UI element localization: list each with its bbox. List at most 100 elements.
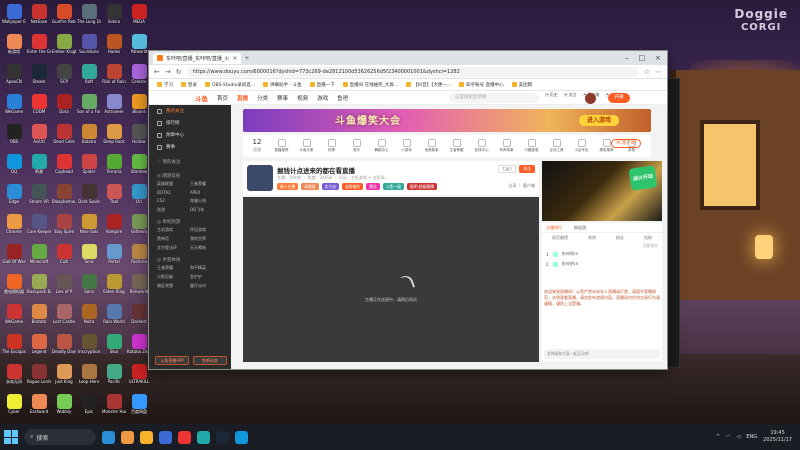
bookmark-item[interactable]: 知乎账号 直播中心 <box>459 82 503 88</box>
sidebar-subitem[interactable]: 英雄联盟 <box>157 181 190 187</box>
bookmark-item[interactable]: 弹幕助手 - 斗鱼 <box>263 82 301 88</box>
menu-icon[interactable]: ⋯ <box>655 68 662 76</box>
desktop-icon[interactable]: Soulstone <box>77 32 101 62</box>
follow-button[interactable]: 关注 <box>519 165 535 173</box>
promo-banner[interactable]: 斗鱼爆笑大会 进入游戏 <box>243 109 651 132</box>
category-item[interactable]: 小店专区 <box>571 139 592 153</box>
nav-item[interactable]: 首页 <box>217 94 228 102</box>
language-indicator[interactable]: ENG <box>746 434 757 440</box>
sidebar-bottom-button[interactable]: 斗鱼直播APP <box>155 356 189 365</box>
rank-head-tab[interactable]: 粉丝团 <box>574 225 586 231</box>
category-item[interactable]: 游戏中心 <box>471 139 492 153</box>
sidebar-subitem[interactable]: APEX <box>190 190 223 195</box>
bookmark-item[interactable]: 学习 <box>157 82 173 88</box>
desktop-icon[interactable]: Edge <box>2 182 26 212</box>
desktop-icon[interactable]: Rain World <box>102 302 126 332</box>
video-player[interactable]: 主播正在连接中，请稍后再试 <box>243 197 539 362</box>
desktop-icon[interactable]: Rogue Lords <box>27 362 51 392</box>
desktop-icon[interactable]: Ember Knights <box>52 32 76 62</box>
maximize-icon[interactable]: □ <box>639 54 646 62</box>
category-item[interactable]: 直播推荐 <box>271 139 292 153</box>
site-search-input[interactable]: 这里搜索您想要 <box>449 93 539 103</box>
rank-row[interactable]: 2 东咔吧cn <box>542 259 662 269</box>
desktop-icon[interactable]: WeGame <box>2 92 26 122</box>
forward-icon[interactable]: → <box>165 68 171 76</box>
sidebar-subitem[interactable]: 暗区突围 <box>157 283 190 289</box>
bookmark-item[interactable]: 登录 <box>181 82 197 88</box>
site-logo[interactable]: 斗鱼 <box>195 93 208 103</box>
desktop-icon[interactable]: Cyber <box>2 392 26 422</box>
header-icon[interactable]: ◔ 关注 <box>564 92 577 98</box>
desktop-icon[interactable]: Wobbly <box>52 392 76 422</box>
sidebar-subitem[interactable]: CS2 <box>157 198 190 204</box>
sidebar-subitem[interactable]: 逆战 <box>157 207 190 213</box>
sidebar-item[interactable]: 赛事 <box>149 141 231 153</box>
stream-tag[interactable]: 新人主播 <box>277 183 299 190</box>
rank-head-tab[interactable]: 主播排行 <box>546 225 562 231</box>
desktop-icon[interactable]: MEGA <box>127 2 151 32</box>
desktop-icon[interactable]: Deep Rock <box>102 122 126 152</box>
desktop-icon[interactable]: Steam <box>27 62 51 92</box>
sidebar-subitem[interactable]: 火影忍者 <box>157 274 190 280</box>
desktop-icon[interactable]: Raft <box>77 62 101 92</box>
sidebar-subitem[interactable]: DOTA2 <box>157 190 190 195</box>
desktop-icon[interactable]: The Long Dark <box>77 2 101 32</box>
desktop-icon[interactable]: Blasphemous <box>52 182 76 212</box>
desktop-icon[interactable]: Nine Sols <box>77 212 101 242</box>
desktop-icon[interactable]: Gunfire Reborn <box>52 2 76 32</box>
desktop-icon[interactable]: Eastward <box>27 392 51 422</box>
tray-chevron-icon[interactable]: ^ <box>716 434 720 440</box>
desktop-icon[interactable]: Noita <box>77 302 101 332</box>
sidebar-subitem[interactable]: 王者荣耀 <box>157 265 190 271</box>
sidebar-subitem[interactable]: 穿越火线 <box>190 198 223 204</box>
desktop-icon[interactable]: Slay Spire <box>52 212 76 242</box>
nav-item[interactable]: 视频 <box>297 94 308 102</box>
back-icon[interactable]: ← <box>154 68 160 76</box>
sidebar-item[interactable]: 勋章中心 <box>149 129 231 141</box>
banner-enter-button[interactable]: 进入游戏 <box>579 115 619 126</box>
desktop-icon[interactable]: NetEase <box>27 2 51 32</box>
taskbar-app-icon[interactable] <box>178 430 191 444</box>
desktop-icon[interactable]: Lies of P <box>52 272 76 302</box>
share-links[interactable]: 分享 ｜ 客户端 <box>508 183 535 189</box>
streamer-avatar[interactable] <box>247 165 273 191</box>
desktop-icon[interactable]: Core Keeper <box>27 212 51 242</box>
nav-item[interactable]: 分类 <box>257 94 268 102</box>
sidebar-subitem[interactable]: 金铲铲 <box>190 274 223 280</box>
category-item[interactable]: 舞蹈中心 <box>371 139 392 153</box>
chat-input[interactable]: 发弹幕和大家一起互动吧 <box>544 349 660 359</box>
nav-item[interactable]: 赛事 <box>277 94 288 102</box>
taskbar-app-icon[interactable] <box>102 430 115 444</box>
desktop-icon[interactable]: Wallpaper Engine <box>2 2 26 32</box>
category-item[interactable]: 互动工具 <box>546 139 567 153</box>
url-field[interactable]: https://www.douyu.com/6000016?dyshid=773… <box>186 66 639 77</box>
user-avatar[interactable] <box>585 93 596 104</box>
desktop-icon[interactable]: Loop Hero <box>77 362 101 392</box>
star-icon[interactable]: ☆ <box>644 68 650 76</box>
desktop-icon[interactable]: Brotato <box>27 302 51 332</box>
desktop-icon[interactable]: AviUtl <box>27 122 51 152</box>
desktop-icon[interactable]: Cuphead <box>52 152 76 182</box>
category-item[interactable]: 有声故事 <box>496 139 517 153</box>
refresh-icon[interactable]: ↻ <box>176 68 182 76</box>
sidebar-subitem[interactable]: 和平精英 <box>190 265 223 271</box>
desktop-icon[interactable]: 新游戏 <box>2 32 26 62</box>
taskbar-search[interactable]: ⌕ 搜索 <box>24 429 96 445</box>
desktop-icon[interactable]: Inscryption <box>77 332 101 362</box>
bookmark-item[interactable]: 直播一下 <box>310 82 335 88</box>
desktop-icon[interactable]: Enter the Gungeon <box>27 32 51 62</box>
sidebar-subitem[interactable]: 黑神话 <box>157 236 190 242</box>
close-window-icon[interactable]: × <box>655 54 661 62</box>
start-menu-icon[interactable] <box>4 430 18 444</box>
desktop-icon[interactable]: Epic <box>77 392 101 422</box>
nav-item[interactable]: 游戏 <box>317 94 328 102</box>
taskbar-app-icon[interactable] <box>140 430 153 444</box>
desktop-icon[interactable]: Chrome <box>2 212 26 242</box>
volume-icon[interactable]: ◁ <box>737 434 741 440</box>
desktop-icon[interactable]: Portal <box>102 242 126 272</box>
sidebar-subitem[interactable]: 天天喝狗 <box>190 245 223 251</box>
desktop-icon[interactable]: Steam VR <box>27 182 51 212</box>
desktop-icon[interactable]: Hades <box>102 32 126 62</box>
desktop-icon[interactable]: Dead Cells <box>52 122 76 152</box>
stream-tag[interactable]: 老粉福利 <box>341 183 364 190</box>
